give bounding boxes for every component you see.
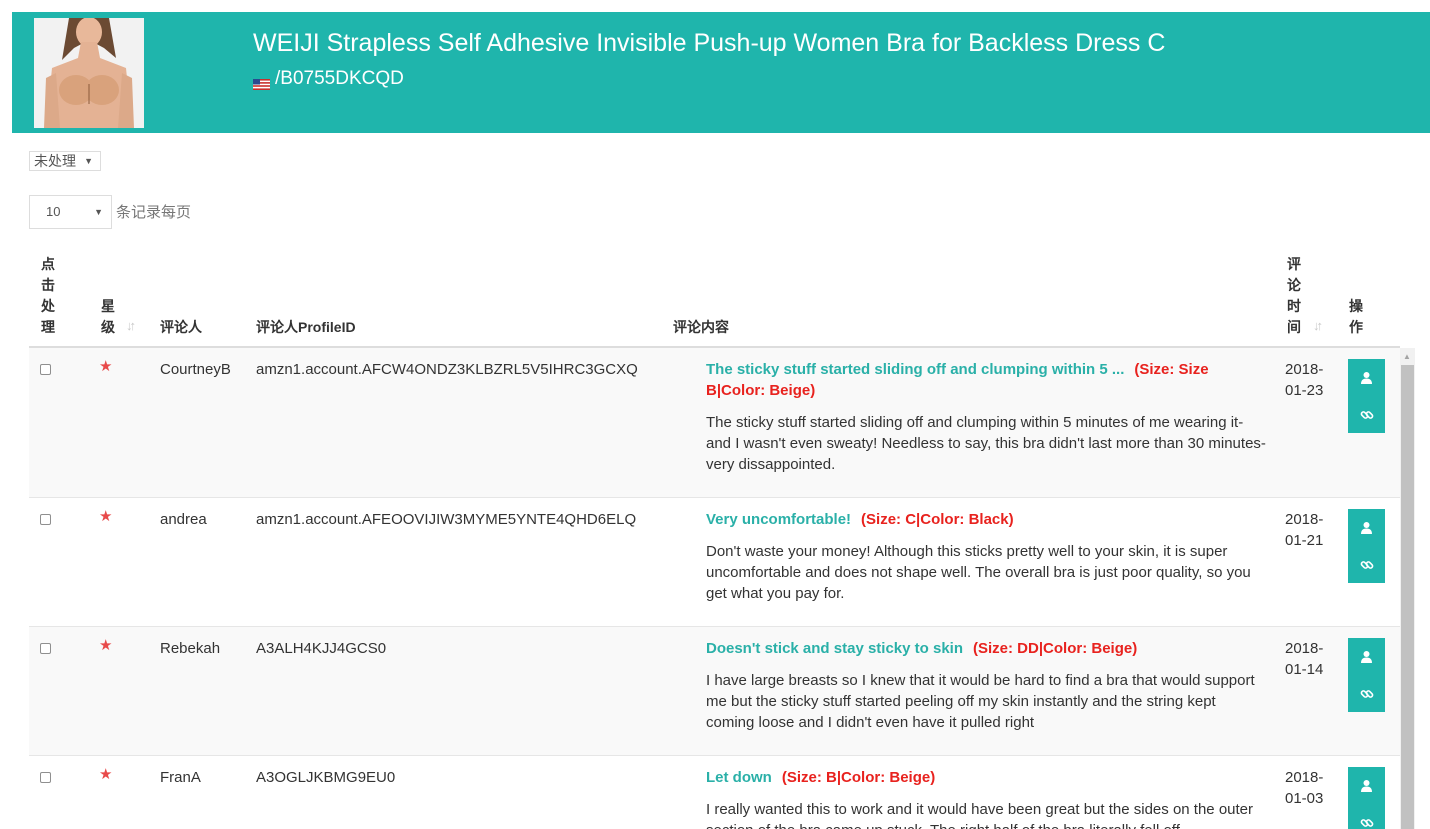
scrollbar-thumb[interactable] (1401, 365, 1414, 829)
product-image (34, 18, 144, 128)
asin-line: /B0755DKCQD (253, 68, 404, 90)
review-headline: The sticky stuff started sliding off and… (706, 359, 1241, 401)
scroll-up-icon[interactable]: ▲ (1403, 352, 1411, 361)
reviewer-profile-id: A3ALH4KJJ4GCS0 (256, 640, 387, 657)
user-icon (1361, 522, 1372, 534)
table-row: ★ Rebekah A3ALH4KJJ4GCS0 Doesn't stick a… (29, 627, 1400, 756)
review-title[interactable]: The sticky stuff started sliding off and… (706, 361, 1124, 378)
table-row: ★ andrea amzn1.account.AFEOOVIJIW3MYME5Y… (29, 498, 1400, 627)
reviewer-name[interactable]: andrea (160, 511, 207, 528)
reviewer-name[interactable]: FranA (160, 769, 201, 786)
header-time[interactable]: 评论时间 (1287, 254, 1303, 338)
status-filter-value: 未处理 (34, 153, 76, 169)
review-date: 2018-01-14 (1285, 640, 1324, 678)
header-content: 评论内容 (673, 319, 729, 335)
view-user-button[interactable] (1348, 767, 1385, 804)
link-icon (1360, 818, 1373, 827)
link-icon (1360, 560, 1373, 569)
process-checkbox[interactable] (40, 514, 51, 525)
star-icon: ★ (99, 637, 113, 654)
user-icon (1361, 651, 1372, 663)
table-row: ★ FranA A3OGLJKBMG9EU0 Let down (Size: B|… (29, 756, 1400, 829)
user-icon (1361, 372, 1372, 384)
review-date: 2018-01-23 (1285, 361, 1324, 399)
review-variant: (Size: C|Color: Black) (861, 511, 1014, 528)
user-icon (1361, 780, 1372, 792)
reviewer-profile-id: amzn1.account.AFEOOVIJIW3MYME5YNTE4QHD6E… (256, 511, 637, 528)
open-link-button[interactable] (1348, 675, 1385, 712)
review-date: 2018-01-21 (1285, 511, 1324, 549)
product-header: WEIJI Strapless Self Adhesive Invisible … (12, 12, 1430, 133)
status-filter-select[interactable]: 未处理 ▼ (29, 151, 101, 171)
review-headline: Very uncomfortable! (Size: C|Color: Black… (706, 509, 1241, 530)
asin-text[interactable]: /B0755DKCQD (275, 68, 404, 90)
reviewer-profile-id: A3OGLJKBMG9EU0 (256, 769, 396, 786)
review-date: 2018-01-03 (1285, 769, 1324, 807)
view-user-button[interactable] (1348, 509, 1385, 546)
view-user-button[interactable] (1348, 359, 1385, 396)
table-row: ★ CourtneyB amzn1.account.AFCW4ONDZ3KLBZ… (29, 348, 1400, 498)
review-title[interactable]: Very uncomfortable! (706, 511, 851, 528)
sort-icon[interactable]: ↓↑ (1313, 318, 1323, 333)
page-size-select[interactable]: 10 ▼ (29, 195, 112, 229)
header-process: 点击处理 (41, 256, 55, 335)
header-reviewer: 评论人 (160, 319, 202, 335)
review-body: I really wanted this to work and it woul… (706, 801, 1254, 829)
review-title[interactable]: Doesn't stick and stay sticky to skin (706, 640, 963, 657)
review-body: I have large breasts so I knew that it w… (706, 672, 1255, 731)
star-icon: ★ (99, 358, 113, 375)
view-user-button[interactable] (1348, 638, 1385, 675)
open-link-button[interactable] (1348, 546, 1385, 583)
reviewer-name[interactable]: Rebekah (160, 640, 220, 657)
caret-down-icon: ▼ (84, 156, 93, 166)
header-stars[interactable]: 星级 (101, 296, 117, 338)
caret-down-icon: ▼ (94, 207, 103, 217)
reviewer-name[interactable]: CourtneyB (160, 361, 231, 378)
process-checkbox[interactable] (40, 364, 51, 375)
reviewer-profile-id: amzn1.account.AFCW4ONDZ3KLBZRL5V5IHRC3GC… (256, 361, 638, 378)
product-title: WEIJI Strapless Self Adhesive Invisible … (253, 29, 1166, 57)
review-body: The sticky stuff started sliding off and… (706, 414, 1266, 473)
star-icon: ★ (99, 508, 113, 525)
process-checkbox[interactable] (40, 643, 51, 654)
open-link-button[interactable] (1348, 804, 1385, 829)
sort-icon[interactable]: ↓↑ (126, 318, 136, 333)
review-headline: Let down (Size: B|Color: Beige) (706, 767, 1241, 788)
us-flag-icon (253, 74, 270, 90)
review-variant: (Size: DD|Color: Beige) (973, 640, 1138, 657)
process-checkbox[interactable] (40, 772, 51, 783)
open-link-button[interactable] (1348, 396, 1385, 433)
star-icon: ★ (99, 766, 113, 783)
link-icon (1360, 410, 1373, 419)
link-icon (1360, 689, 1373, 698)
header-actions: 操作 (1349, 298, 1363, 335)
review-variant: (Size: B|Color: Beige) (781, 769, 936, 786)
review-headline: Doesn't stick and stay sticky to skin (Si… (706, 638, 1241, 659)
page-size-value: 10 (46, 204, 61, 219)
header-profile-id: 评论人ProfileID (256, 319, 356, 335)
review-title[interactable]: Let down (706, 769, 772, 786)
page-size-label: 条记录每页 (116, 204, 192, 221)
review-body: Don't waste your money! Although this st… (706, 543, 1251, 602)
